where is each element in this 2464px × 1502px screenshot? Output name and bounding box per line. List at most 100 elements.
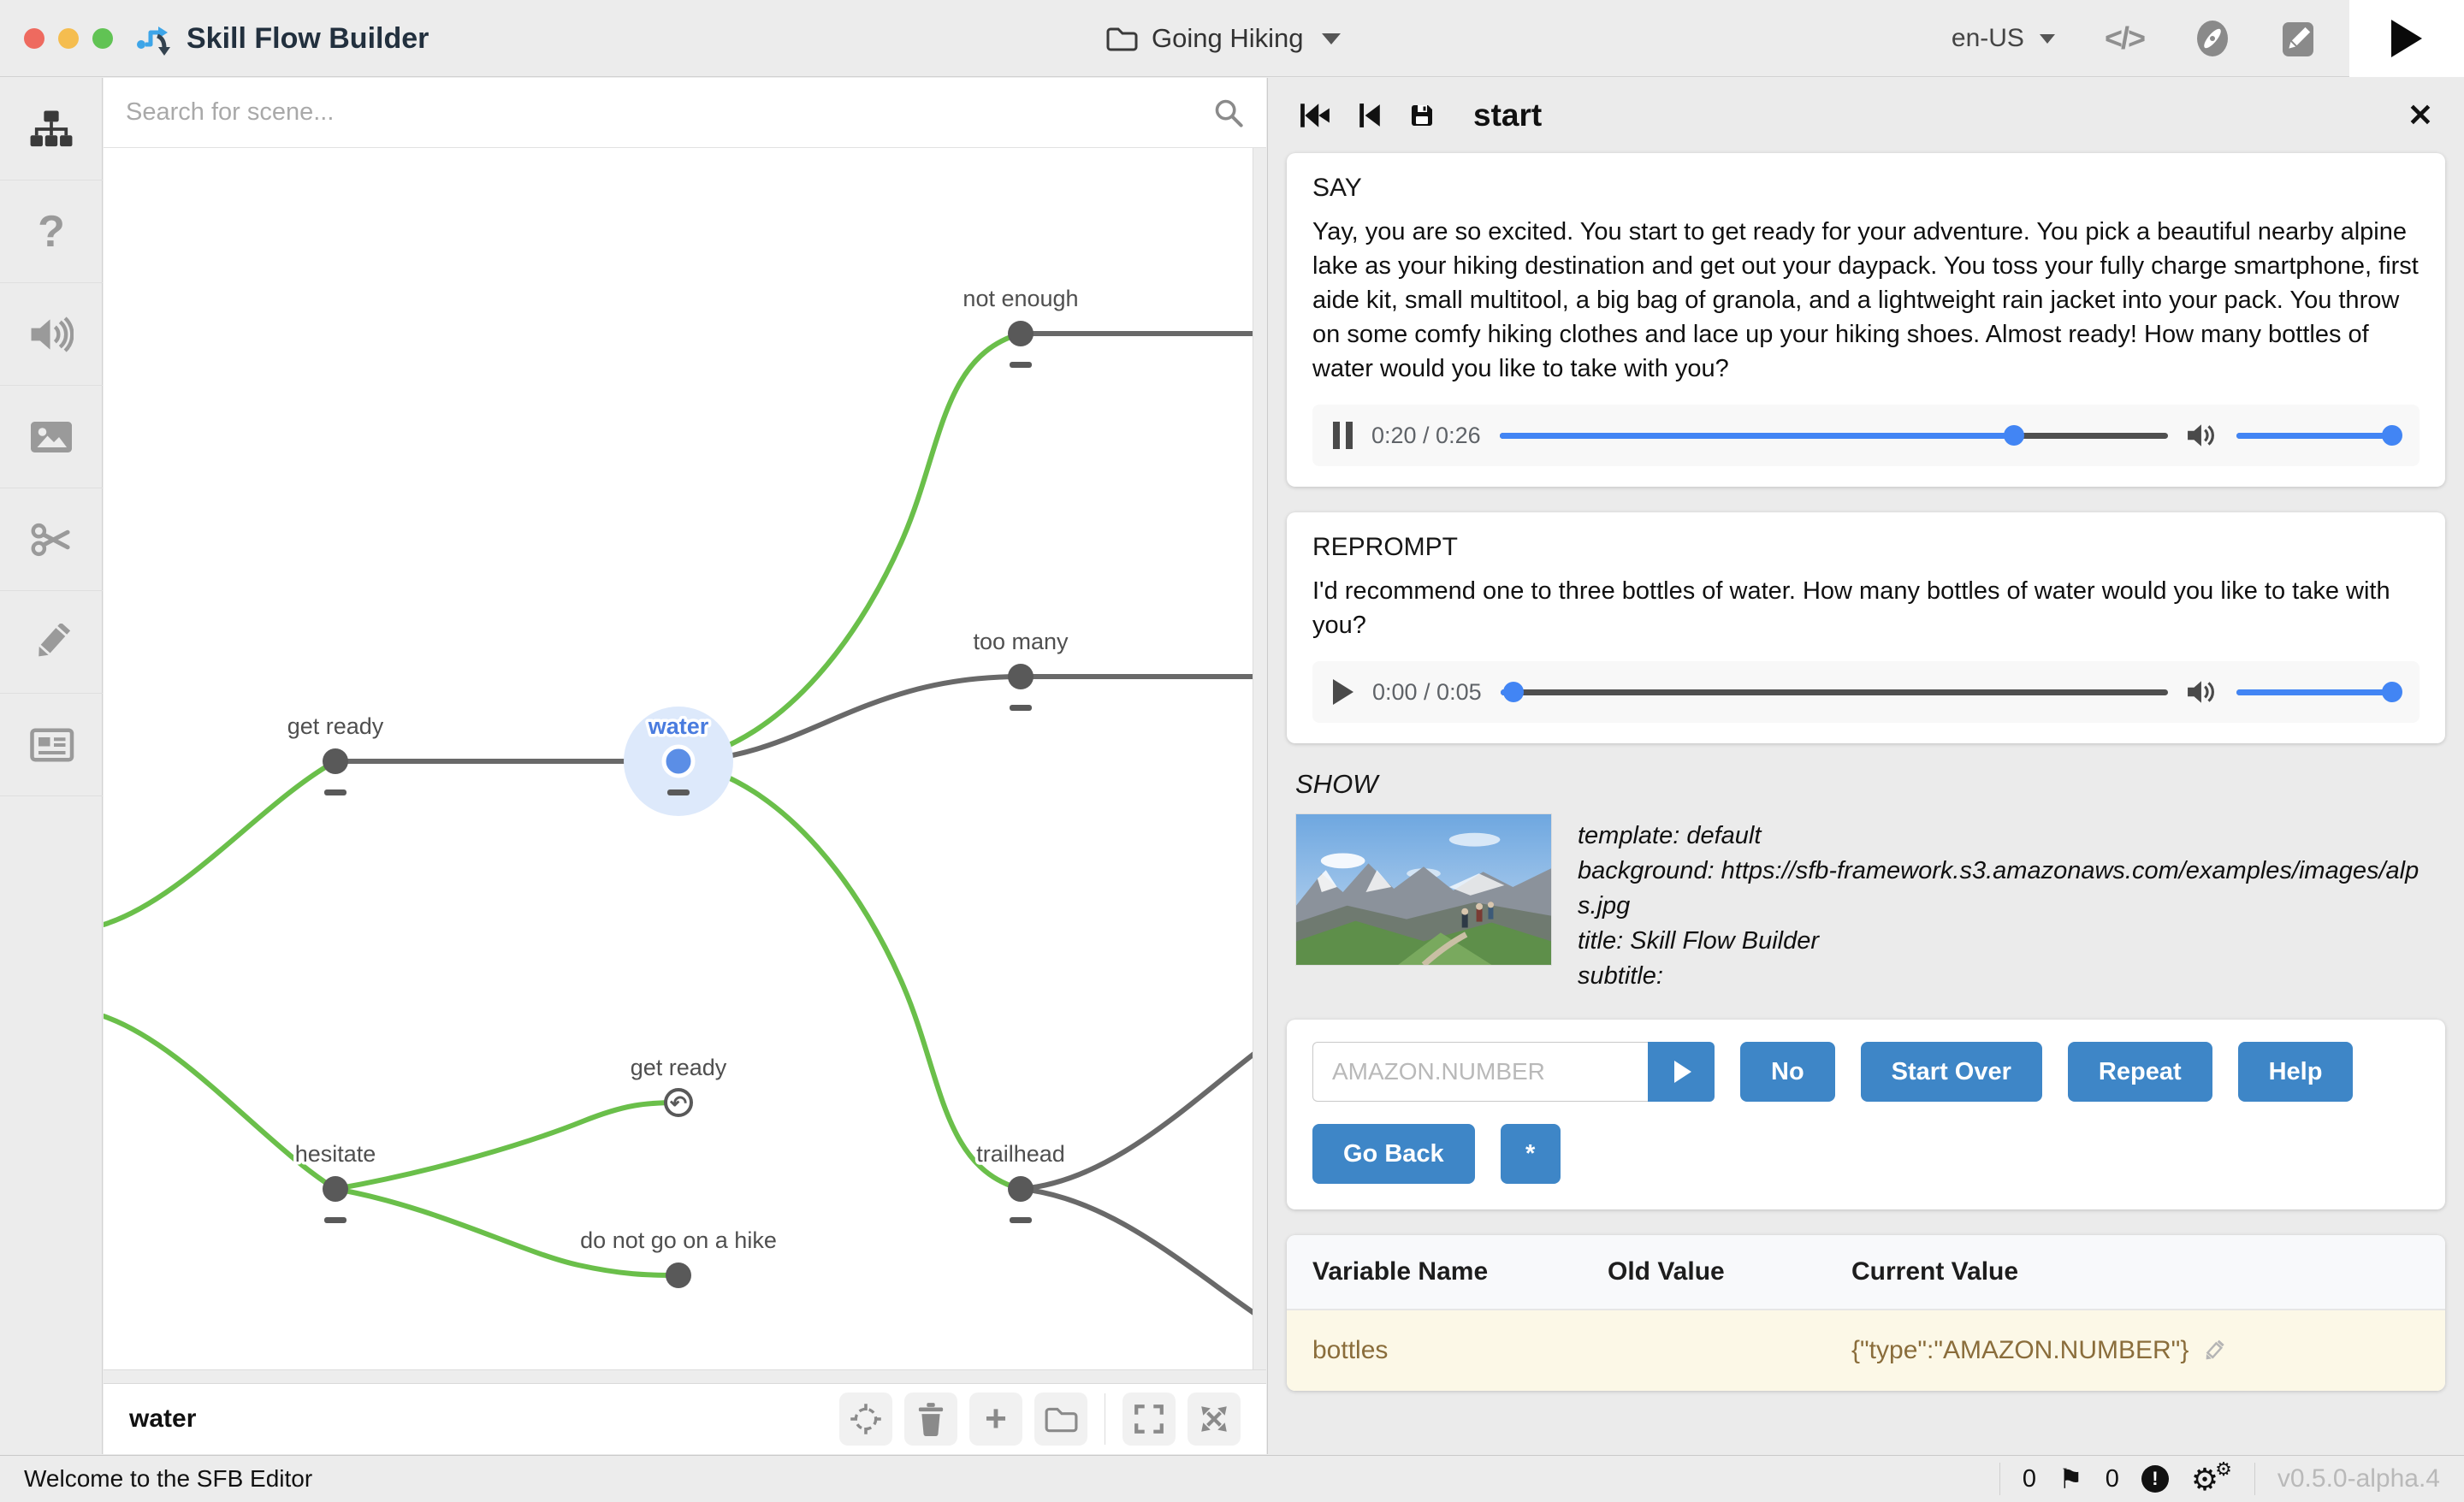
say-text: Yay, you are so excited. You start to ge… <box>1312 215 2420 386</box>
save-button[interactable] <box>1408 102 1436 129</box>
volume-icon[interactable] <box>2187 678 2218 706</box>
scene-title: start <box>1473 98 1542 133</box>
node-do_not_go_on_a_hike[interactable]: do not go on a hike <box>580 1227 777 1288</box>
node-label: too many <box>973 629 1069 654</box>
say-card: SAY Yay, you are so excited. You start t… <box>1287 153 2445 487</box>
edge-left-to-get-ready <box>104 761 335 925</box>
trash-icon <box>915 1402 946 1436</box>
add-scene-button[interactable]: + <box>969 1393 1022 1446</box>
show-background-thumbnail <box>1295 813 1552 966</box>
statusbar: Welcome to the SFB Editor 0 ⚑ 0 ! ⚙⚙ v0.… <box>0 1455 2464 1502</box>
locale-selector[interactable]: en-US <box>1952 24 2055 53</box>
sitemap-icon <box>29 109 74 149</box>
group-scenes-button[interactable] <box>1034 1393 1087 1446</box>
column-variable-name: Variable Name <box>1312 1257 1608 1286</box>
locale-label: en-US <box>1952 24 2024 53</box>
scene-search-bar <box>104 78 1266 148</box>
simulate-play-button[interactable] <box>2349 0 2464 77</box>
reprompt-volume-slider[interactable] <box>2236 689 2399 695</box>
slot-value-input[interactable] <box>1312 1042 1648 1102</box>
move-arrows-icon <box>1198 1403 1230 1435</box>
statusbar-divider <box>1999 1463 2000 1495</box>
delete-scene-button[interactable] <box>904 1393 957 1446</box>
close-window-button[interactable] <box>24 28 44 49</box>
column-current-value: Current Value <box>1851 1257 2420 1286</box>
reprompt-audio-progress[interactable] <box>1501 689 2168 695</box>
collapse-dash[interactable] <box>1010 705 1032 711</box>
code-view-icon[interactable]: </> <box>2105 21 2144 56</box>
intent-button-help[interactable]: Help <box>2238 1042 2354 1102</box>
app-version: v0.5.0-alpha.4 <box>2277 1464 2440 1493</box>
window-controls <box>24 28 113 49</box>
node-too_many[interactable]: too many <box>973 629 1069 711</box>
scene-graph-canvas[interactable]: not enoughtoo manyget readywaterhesitate… <box>104 78 1266 1454</box>
collapse-dash[interactable] <box>1010 1217 1032 1223</box>
collapse-dash[interactable] <box>667 789 690 795</box>
sidebar-item-snippets[interactable] <box>0 488 103 591</box>
story-graph[interactable]: not enoughtoo manyget readywaterhesitate… <box>104 148 1253 1383</box>
sidebar-item-news[interactable] <box>0 694 103 796</box>
status-message: Welcome to the SFB Editor <box>24 1465 312 1493</box>
sidebar-item-help[interactable]: ? <box>0 180 103 283</box>
flag-icon[interactable]: ⚑ <box>2058 1463 2083 1495</box>
edge-hesitate-to-get-ready-return <box>335 1103 678 1189</box>
intent-button-repeat[interactable]: Repeat <box>2068 1042 2212 1102</box>
expand-all-button[interactable] <box>1188 1393 1241 1446</box>
settings-gears-icon[interactable]: ⚙⚙ <box>2191 1462 2232 1496</box>
play-button[interactable] <box>1333 679 1353 705</box>
reprompt-text: I'd recommend one to three bottles of wa… <box>1312 574 2420 642</box>
reprompt-audio-player: 0:00 / 0:05 <box>1312 661 2420 723</box>
center-on-node-button[interactable] <box>839 1393 892 1446</box>
minimize-window-button[interactable] <box>58 28 79 49</box>
skip-to-start-button[interactable] <box>1299 102 1331 129</box>
collapse-dash[interactable] <box>324 789 346 795</box>
search-icon[interactable] <box>1213 98 1244 128</box>
scene-search-input[interactable] <box>126 98 1213 127</box>
sidebar-item-images[interactable] <box>0 386 103 488</box>
intent-button-no[interactable]: No <box>1740 1042 1835 1102</box>
reprompt-card: REPROMPT I'd recommend one to three bott… <box>1287 512 2445 743</box>
compass-icon[interactable] <box>2194 18 2231 59</box>
show-background-line: background: https://sfb-framework.s3.ama… <box>1578 854 2437 924</box>
intent-button-go-back[interactable]: Go Back <box>1312 1124 1475 1184</box>
variable-name-cell: bottles <box>1312 1336 1608 1365</box>
canvas-horizontal-scrollbar[interactable] <box>104 1369 1266 1383</box>
show-template-line: template: default <box>1578 819 2437 854</box>
error-icon[interactable]: ! <box>2141 1465 2169 1493</box>
say-audio-progress[interactable] <box>1500 433 2168 439</box>
sidebar: ? <box>0 78 103 1454</box>
canvas-vertical-scrollbar[interactable] <box>1253 148 1266 1383</box>
step-back-button[interactable] <box>1357 102 1383 129</box>
intent-button-star[interactable]: * <box>1501 1124 1561 1184</box>
project-selector[interactable]: Going Hiking <box>1105 0 1341 77</box>
variables-table: Variable Name Old Value Current Value bo… <box>1287 1235 2445 1391</box>
collapse-dash[interactable] <box>324 1217 346 1223</box>
chevron-down-icon <box>2040 34 2055 44</box>
volume-icon[interactable] <box>2187 422 2218 449</box>
edit-mode-icon[interactable] <box>2281 19 2315 58</box>
close-panel-button[interactable]: ✕ <box>2408 98 2433 133</box>
edge-trailhead-to-right-down <box>1021 1189 1253 1322</box>
edit-variable-icon[interactable] <box>2202 1339 2226 1363</box>
collapse-dash[interactable] <box>1010 362 1032 368</box>
sidebar-item-audio[interactable] <box>0 283 103 386</box>
sidebar-item-editor[interactable] <box>0 591 103 694</box>
sidebar-item-map-view[interactable] <box>0 78 103 180</box>
show-section: SHOW <box>1287 769 2445 994</box>
column-old-value: Old Value <box>1608 1257 1851 1286</box>
send-utterance-button[interactable] <box>1648 1042 1715 1102</box>
selected-scene-label: water <box>129 1404 196 1434</box>
app-title: Skill Flow Builder <box>187 22 429 56</box>
show-subtitle-line: subtitle: <box>1578 959 2437 994</box>
intent-button-start-over[interactable]: Start Over <box>1861 1042 2042 1102</box>
pause-button[interactable] <box>1333 422 1353 449</box>
edge-water-to-not-enough <box>678 334 1021 761</box>
maximize-window-button[interactable] <box>92 28 113 49</box>
say-volume-slider[interactable] <box>2236 433 2399 439</box>
node-water[interactable]: water <box>624 707 733 816</box>
fit-view-button[interactable] <box>1122 1393 1176 1446</box>
node-label: hesitate <box>295 1141 376 1167</box>
speaker-icon <box>29 316 74 353</box>
skill-flow-builder-window: Skill Flow Builder Going Hiking en-US </… <box>0 0 2464 1502</box>
plus-icon: + <box>985 1400 1007 1438</box>
